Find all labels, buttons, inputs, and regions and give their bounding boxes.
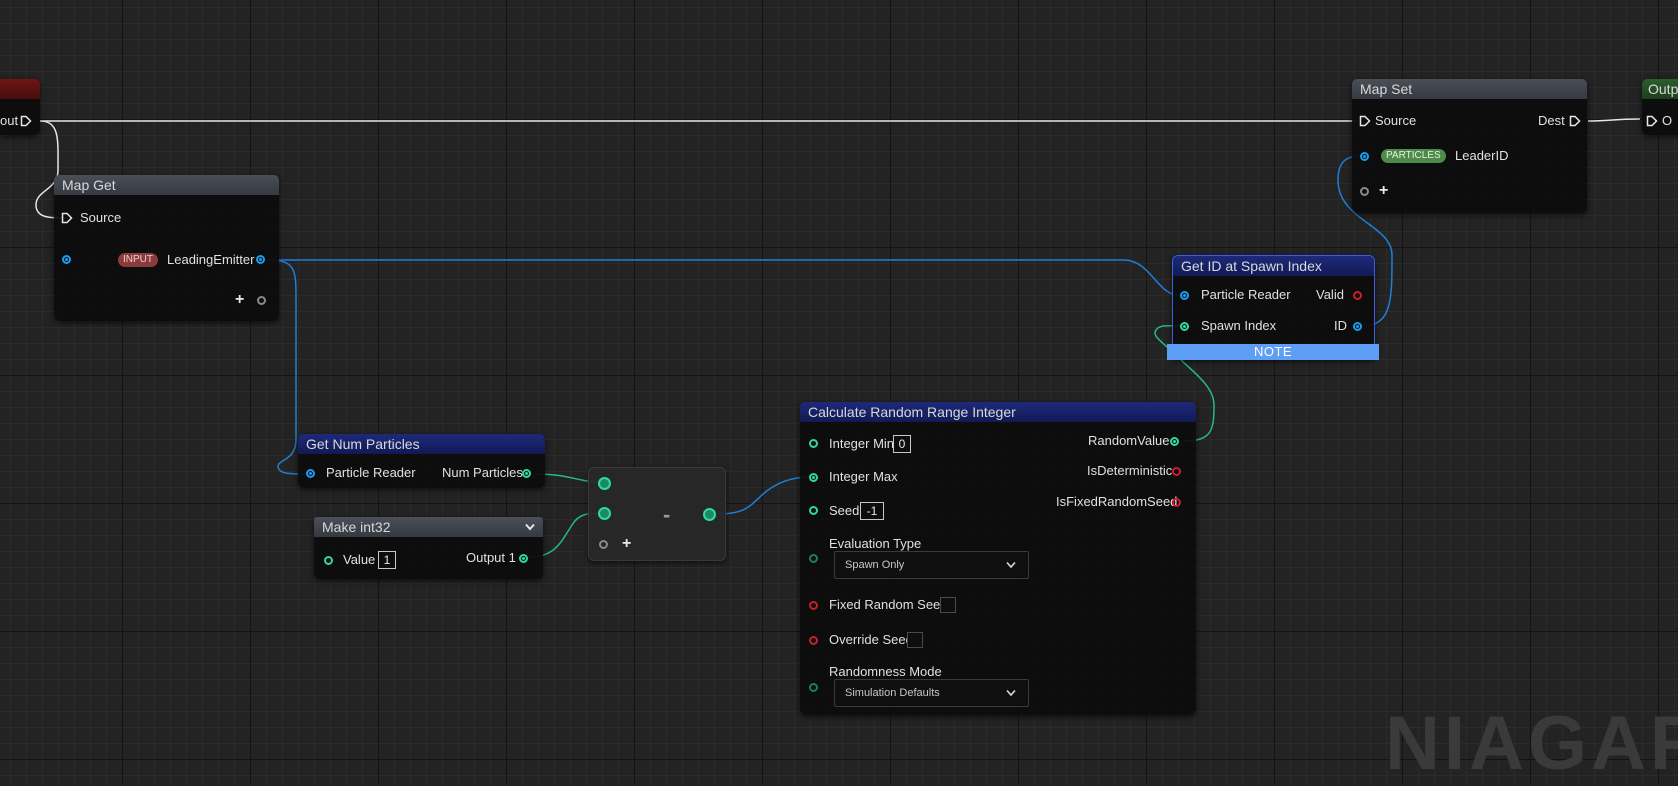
particle-reader-in-pin[interactable] bbox=[1180, 291, 1189, 300]
plus-icon[interactable]: + bbox=[622, 536, 631, 552]
exec-in-icon[interactable] bbox=[1646, 115, 1658, 127]
note-bar[interactable]: NOTE bbox=[1167, 344, 1379, 360]
map-get-node[interactable]: Map Get Source INPUT LeadingEmitter + bbox=[54, 175, 279, 321]
make-int32-node[interactable]: Make int32 Value 1 Output 1 bbox=[314, 517, 543, 579]
seed-input[interactable]: -1 bbox=[860, 502, 884, 520]
randomness-mode-label: Randomness Mode bbox=[829, 664, 942, 679]
get-id-particle-reader-label: Particle Reader bbox=[1201, 287, 1291, 302]
evaluation-type-dropdown[interactable]: Spawn Only bbox=[834, 551, 1029, 579]
map-set-param-label: LeaderID bbox=[1455, 148, 1509, 163]
exec-in-icon[interactable] bbox=[61, 212, 73, 224]
random-value-label: RandomValue bbox=[1088, 433, 1170, 448]
id-out-pin[interactable] bbox=[1353, 322, 1362, 331]
chevron-down-icon[interactable] bbox=[525, 523, 535, 531]
map-set-add-pin[interactable] bbox=[1360, 187, 1369, 196]
make-int-value-label: Value bbox=[343, 552, 376, 567]
integer-max-pin[interactable] bbox=[809, 473, 818, 482]
integer-min-input[interactable]: 0 bbox=[893, 435, 911, 453]
num-particles-reader-label: Particle Reader bbox=[326, 465, 416, 480]
left-partial-node-header bbox=[0, 79, 40, 99]
randomness-mode-dropdown[interactable]: Simulation Defaults bbox=[834, 679, 1029, 707]
subtract-out-pin[interactable] bbox=[703, 508, 716, 521]
subtract-operator: - bbox=[663, 502, 671, 527]
valid-out-pin[interactable] bbox=[1353, 291, 1362, 300]
exec-out-icon[interactable] bbox=[1569, 115, 1581, 127]
map-set-node[interactable]: Map Set Source Dest PARTICLES LeaderID + bbox=[1352, 79, 1587, 213]
plus-icon[interactable]: + bbox=[1379, 183, 1388, 199]
output-partial-title: Outp bbox=[1642, 79, 1678, 99]
num-particles-out-pin[interactable] bbox=[522, 469, 531, 478]
niagara-watermark: NIAGAR bbox=[1385, 701, 1678, 786]
wire-exec-mapset-to-output bbox=[1587, 118, 1641, 122]
wire-subtract-to-integermax bbox=[717, 476, 811, 515]
randomness-mode-pin[interactable] bbox=[809, 683, 818, 692]
evaluation-type-pin[interactable] bbox=[809, 554, 818, 563]
map-set-dest-label: Dest bbox=[1538, 113, 1565, 128]
integer-min-label: Integer Min bbox=[829, 436, 895, 451]
make-int-value-input[interactable]: 1 bbox=[378, 551, 396, 569]
is-fixed-random-seed-label: IsFixedRandomSeed bbox=[1056, 494, 1178, 509]
namespace-badge-input: INPUT bbox=[118, 253, 158, 267]
output-partial-label: O bbox=[1662, 113, 1673, 128]
left-partial-node[interactable]: out bbox=[0, 79, 40, 135]
particle-reader-in-pin[interactable] bbox=[306, 469, 315, 478]
namespace-badge-particles: PARTICLES bbox=[1381, 149, 1446, 163]
plus-icon[interactable]: + bbox=[235, 292, 244, 308]
randomness-mode-value: Simulation Defaults bbox=[845, 687, 940, 699]
wire-leadingemitter-to-getid bbox=[268, 259, 1182, 296]
seed-label: Seed bbox=[829, 503, 860, 518]
map-get-input-pin[interactable] bbox=[62, 255, 71, 264]
integer-max-label: Integer Max bbox=[829, 469, 898, 484]
map-set-title: Map Set bbox=[1352, 79, 1587, 99]
map-get-source-label: Source bbox=[80, 210, 122, 225]
subtract-in-pin-b[interactable] bbox=[598, 507, 611, 520]
subtract-node[interactable]: + - bbox=[588, 467, 726, 561]
subtract-in-pin-a[interactable] bbox=[598, 477, 611, 490]
fixed-random-seed-pin[interactable] bbox=[809, 601, 818, 610]
subtract-add-pin[interactable] bbox=[599, 540, 608, 549]
get-id-id-label: ID bbox=[1334, 318, 1347, 333]
num-particles-title: Get Num Particles bbox=[298, 434, 545, 454]
random-range-node[interactable]: Calculate Random Range Integer Integer M… bbox=[800, 402, 1196, 715]
leaderid-in-pin[interactable] bbox=[1360, 152, 1369, 161]
map-get-add-pin[interactable] bbox=[257, 296, 266, 305]
is-deterministic-out-pin[interactable] bbox=[1172, 467, 1181, 476]
override-seed-label: Override Seed bbox=[829, 632, 913, 647]
map-get-param-label: LeadingEmitter bbox=[167, 252, 255, 267]
get-id-spawn-index-label: Spawn Index bbox=[1201, 318, 1277, 333]
exec-out-icon[interactable] bbox=[20, 115, 32, 127]
evaluation-type-label: Evaluation Type bbox=[829, 536, 922, 551]
exec-in-icon[interactable] bbox=[1359, 115, 1371, 127]
evaluation-type-value: Spawn Only bbox=[845, 559, 905, 571]
value-in-pin[interactable] bbox=[324, 556, 333, 565]
left-partial-out-label: out bbox=[0, 113, 19, 128]
map-get-title: Map Get bbox=[54, 175, 279, 195]
make-int-output-label: Output 1 bbox=[466, 550, 516, 565]
chevron-down-icon bbox=[1006, 689, 1016, 697]
make-int-title: Make int32 bbox=[314, 517, 543, 537]
seed-pin[interactable] bbox=[809, 506, 818, 515]
get-id-title: Get ID at Spawn Index bbox=[1173, 256, 1374, 276]
is-deterministic-label: IsDeterministic bbox=[1087, 463, 1173, 478]
output-partial-node[interactable]: Outp O bbox=[1642, 79, 1678, 135]
integer-min-pin[interactable] bbox=[809, 439, 818, 448]
num-particles-out-label: Num Particles bbox=[442, 465, 523, 480]
is-fixed-random-seed-out-pin[interactable] bbox=[1172, 498, 1181, 507]
spawn-index-in-pin[interactable] bbox=[1180, 322, 1189, 331]
override-seed-checkbox[interactable] bbox=[907, 632, 923, 648]
fixed-random-seed-checkbox[interactable] bbox=[940, 597, 956, 613]
get-id-valid-label: Valid bbox=[1316, 287, 1344, 302]
random-range-title: Calculate Random Range Integer bbox=[800, 402, 1196, 422]
get-num-particles-node[interactable]: Get Num Particles Particle Reader Num Pa… bbox=[298, 434, 545, 488]
fixed-random-seed-label: Fixed Random Seed bbox=[829, 597, 948, 612]
map-set-source-label: Source bbox=[1375, 113, 1417, 128]
override-seed-pin[interactable] bbox=[809, 636, 818, 645]
random-value-out-pin[interactable] bbox=[1170, 437, 1179, 446]
leadingemitter-out-pin[interactable] bbox=[256, 255, 265, 264]
chevron-down-icon bbox=[1006, 561, 1016, 569]
output-1-pin[interactable] bbox=[519, 554, 528, 563]
